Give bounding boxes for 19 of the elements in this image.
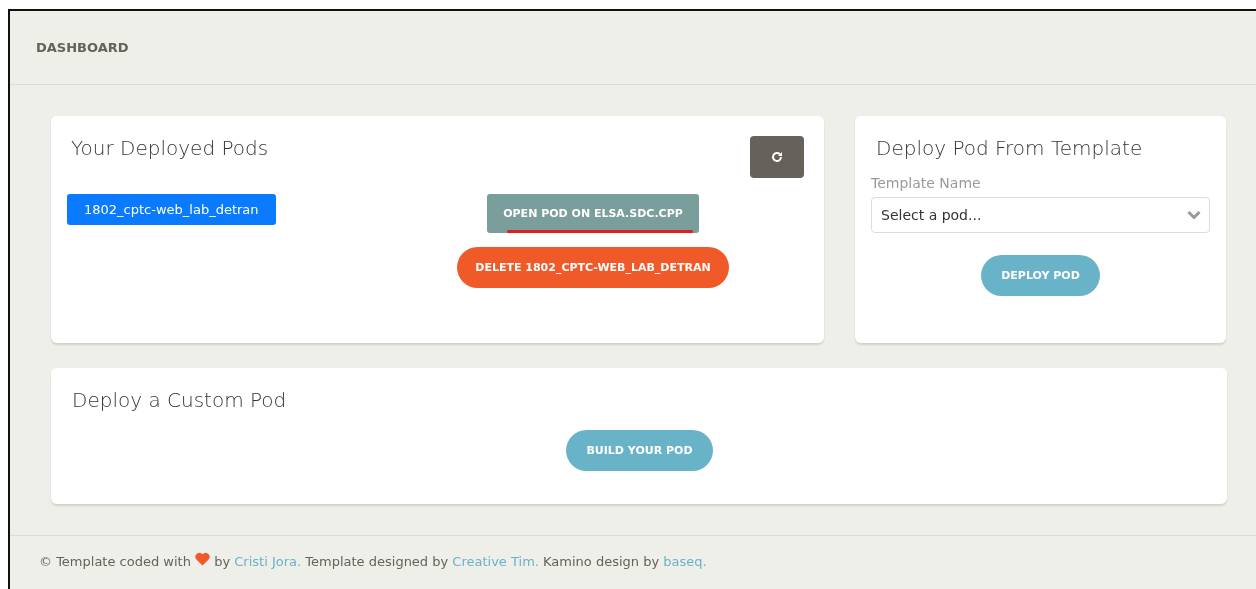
- open-pod-button[interactable]: OPEN POD ON ELSA.SDC.CPP: [487, 194, 699, 233]
- footer-link[interactable]: baseq.: [663, 554, 707, 569]
- heart-icon: [195, 552, 211, 566]
- deploy-pod-button[interactable]: DEPLOY POD: [981, 255, 1100, 296]
- field-label: Template Name: [871, 175, 982, 191]
- chevron-down-icon: [1187, 210, 1201, 220]
- footer-link[interactable]: Creative Tim.: [452, 554, 539, 569]
- card-title: Deploy Pod From Template: [875, 136, 1144, 160]
- card-title: Your Deployed Pods: [71, 136, 269, 162]
- page-title: DASHBOARD: [36, 40, 129, 55]
- footer-link[interactable]: Cristi Jora.: [234, 554, 302, 569]
- build-pod-button[interactable]: BUILD YOUR POD: [566, 430, 713, 471]
- footer-credits: © Template coded with by Cristi Jora. Template designed by Creative Tim. Kamino design by baseq.: [39, 552, 708, 569]
- delete-pod-button[interactable]: DELETE 1802_CPTC-WEB_LAB_DETRAN: [457, 247, 729, 288]
- template-select[interactable]: Select a pod...: [871, 197, 1210, 233]
- pod-item[interactable]: 1802_cptc-web_lab_detran: [67, 194, 276, 225]
- refresh-icon: [771, 151, 783, 163]
- refresh-button[interactable]: [750, 136, 804, 178]
- card-title: Deploy a Custom Pod: [72, 388, 288, 412]
